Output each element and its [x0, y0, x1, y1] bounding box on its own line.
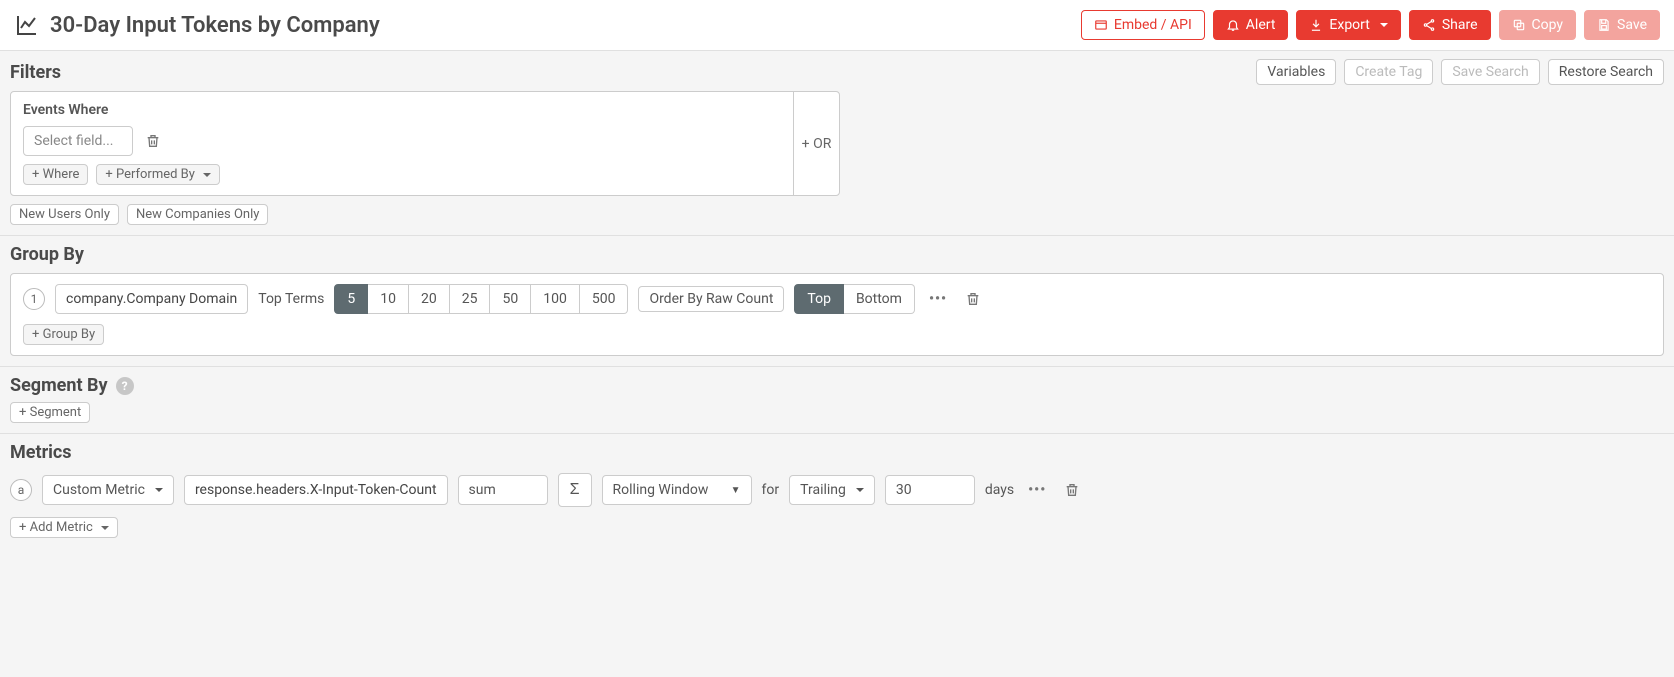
- metrics-row: a Custom Metric response.headers.X-Input…: [10, 473, 1664, 507]
- save-label: Save: [1617, 17, 1647, 33]
- trailing-dropdown[interactable]: Trailing: [789, 475, 875, 505]
- variables-button[interactable]: Variables: [1256, 59, 1336, 85]
- count-10[interactable]: 10: [368, 284, 409, 314]
- events-where-main: Events Where Select field... + Where + P…: [11, 92, 793, 195]
- share-label: Share: [1442, 17, 1478, 33]
- trash-icon: [1064, 482, 1080, 498]
- trailing-label: Trailing: [800, 482, 846, 498]
- metrics-section: Metrics a Custom Metric response.headers…: [0, 434, 1674, 548]
- groupby-section: Group By 1 company.Company Domain Top Te…: [0, 236, 1674, 367]
- top-terms-label: Top Terms: [258, 291, 324, 307]
- trash-icon: [965, 291, 981, 307]
- custom-metric-label: Custom Metric: [53, 482, 145, 498]
- rolling-window-dropdown[interactable]: Rolling Window ▼: [602, 475, 752, 505]
- chevron-down-icon: ▼: [731, 485, 741, 496]
- quick-filter-row: New Users Only New Companies Only: [10, 204, 1664, 225]
- add-groupby-button[interactable]: + Group By: [23, 324, 104, 345]
- sigma-icon: Σ: [570, 481, 580, 499]
- alert-button[interactable]: Alert: [1213, 10, 1289, 40]
- copy-icon: [1512, 18, 1526, 32]
- count-20[interactable]: 20: [409, 284, 450, 314]
- delete-filter-button[interactable]: [141, 129, 165, 153]
- add-metric-button[interactable]: + Add Metric: [10, 517, 118, 538]
- add-segment-button[interactable]: + Segment: [10, 402, 90, 423]
- share-button[interactable]: Share: [1409, 10, 1491, 40]
- copy-button[interactable]: Copy: [1499, 10, 1577, 40]
- help-icon[interactable]: ?: [116, 377, 134, 395]
- header-actions: Embed / API Alert Export Share Copy: [1081, 10, 1660, 40]
- embed-icon: [1094, 18, 1108, 32]
- alert-label: Alert: [1246, 17, 1276, 33]
- groupby-delete-button[interactable]: [961, 287, 985, 311]
- chart-line-icon: [14, 13, 40, 37]
- count-25[interactable]: 25: [450, 284, 491, 314]
- new-companies-only-button[interactable]: New Companies Only: [127, 204, 268, 225]
- for-label: for: [762, 482, 780, 498]
- filters-title: Filters: [10, 62, 61, 83]
- filters-section: Filters Variables Create Tag Save Search…: [0, 51, 1674, 236]
- events-where-box: Events Where Select field... + Where + P…: [10, 91, 840, 196]
- top-button[interactable]: Top: [794, 284, 844, 314]
- groupby-field-token[interactable]: company.Company Domain: [55, 284, 248, 314]
- groupby-index-badge: 1: [23, 288, 45, 310]
- bottom-button[interactable]: Bottom: [844, 284, 915, 314]
- days-input[interactable]: [885, 475, 975, 505]
- add-metric-label: + Add Metric: [19, 520, 93, 535]
- segmentby-section: Segment By ? + Segment: [0, 367, 1674, 434]
- events-where-label: Events Where: [23, 102, 781, 118]
- save-icon: [1597, 18, 1611, 32]
- save-button[interactable]: Save: [1584, 10, 1660, 40]
- count-50[interactable]: 50: [490, 284, 531, 314]
- export-button[interactable]: Export: [1296, 10, 1400, 40]
- aggregation-input[interactable]: [469, 482, 519, 498]
- rolling-window-label: Rolling Window: [613, 482, 709, 498]
- groupby-more-button[interactable]: •••: [925, 291, 951, 307]
- groupby-card: 1 company.Company Domain Top Terms 5 10 …: [10, 273, 1664, 356]
- count-500[interactable]: 500: [580, 284, 629, 314]
- groupby-title: Group By: [10, 244, 1664, 265]
- save-search-button[interactable]: Save Search: [1441, 59, 1539, 85]
- metric-delete-button[interactable]: [1060, 478, 1084, 502]
- custom-metric-dropdown[interactable]: Custom Metric: [42, 475, 174, 505]
- filters-header: Filters Variables Create Tag Save Search…: [10, 59, 1664, 85]
- embed-api-label: Embed / API: [1114, 17, 1192, 33]
- share-icon: [1422, 18, 1436, 32]
- add-or-button[interactable]: + OR: [793, 92, 839, 195]
- count-5[interactable]: 5: [334, 284, 368, 314]
- add-where-button[interactable]: + Where: [23, 164, 88, 185]
- metric-index-badge: a: [10, 479, 32, 501]
- create-tag-button[interactable]: Create Tag: [1344, 59, 1433, 85]
- embed-api-button[interactable]: Embed / API: [1081, 10, 1205, 40]
- filters-action-row: Variables Create Tag Save Search Restore…: [1256, 59, 1664, 85]
- title-wrap: 30-Day Input Tokens by Company: [14, 13, 380, 38]
- top-terms-count-group: 5 10 20 25 50 100 500: [334, 284, 628, 314]
- copy-label: Copy: [1532, 17, 1564, 33]
- select-field-dropdown[interactable]: Select field...: [23, 126, 133, 156]
- order-by-button[interactable]: Order By Raw Count: [638, 286, 784, 312]
- aggregation-dropdown[interactable]: [458, 475, 548, 505]
- metrics-title: Metrics: [10, 442, 1664, 463]
- export-icon: [1309, 18, 1323, 32]
- metric-field-token[interactable]: response.headers.X-Input-Token-Count: [184, 475, 448, 505]
- add-performed-by-button[interactable]: + Performed By: [96, 164, 220, 185]
- restore-search-button[interactable]: Restore Search: [1548, 59, 1664, 85]
- groupby-row: 1 company.Company Domain Top Terms 5 10 …: [23, 284, 1651, 314]
- top-bottom-group: Top Bottom: [794, 284, 915, 314]
- trash-icon: [145, 133, 161, 149]
- sigma-button[interactable]: Σ: [558, 473, 592, 507]
- segmentby-title: Segment By: [10, 375, 108, 396]
- export-label: Export: [1329, 17, 1369, 33]
- bell-icon: [1226, 18, 1240, 32]
- metric-more-button[interactable]: •••: [1024, 482, 1050, 498]
- page-title: 30-Day Input Tokens by Company: [50, 13, 380, 38]
- count-100[interactable]: 100: [531, 284, 580, 314]
- days-label: days: [985, 482, 1014, 498]
- new-users-only-button[interactable]: New Users Only: [10, 204, 119, 225]
- page-header: 30-Day Input Tokens by Company Embed / A…: [0, 0, 1674, 51]
- where-chip-row: + Where + Performed By: [23, 164, 781, 185]
- field-select-row: Select field...: [23, 126, 781, 156]
